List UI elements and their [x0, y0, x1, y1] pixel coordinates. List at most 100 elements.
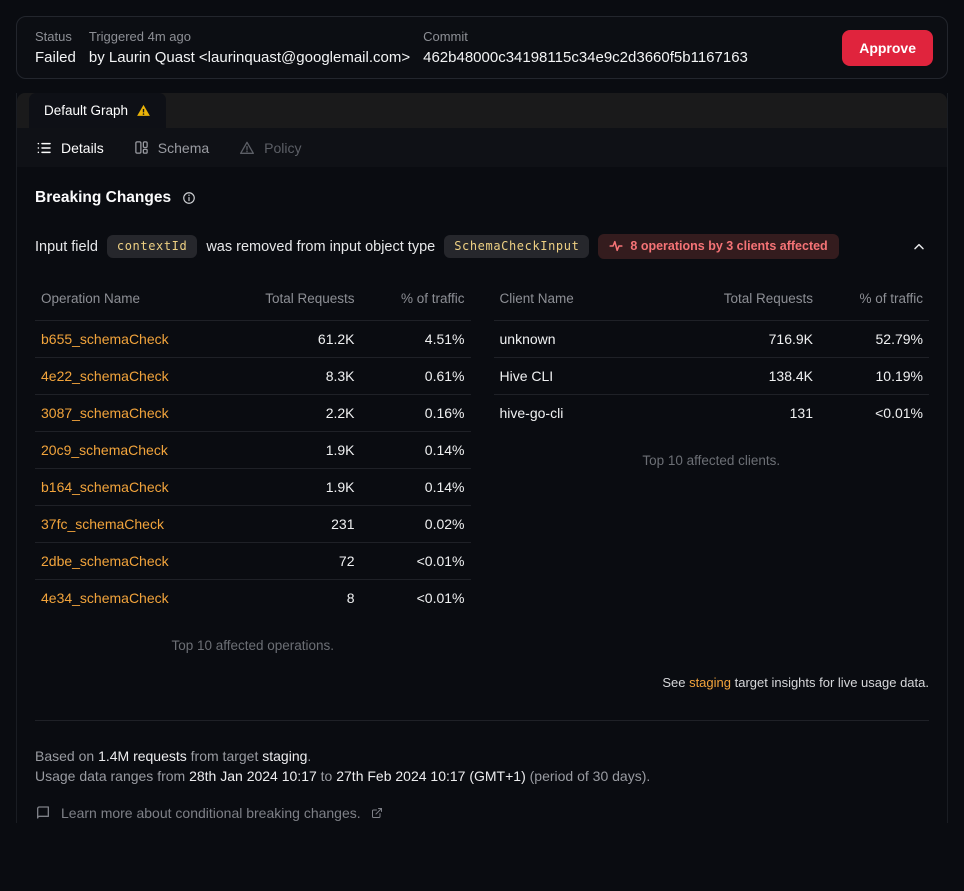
tab-default-graph[interactable]: Default Graph: [29, 93, 166, 128]
check-detail-panel: Default Graph Details: [16, 93, 948, 823]
insights-note: See staging target insights for live usa…: [35, 675, 929, 690]
operation-link[interactable]: 37fc_schemaCheck: [41, 516, 164, 532]
affected-usage-tables: Operation Name Total Requests % of traff…: [35, 283, 929, 653]
schema-columns-icon: [134, 140, 149, 155]
operations-table-header: Operation Name Total Requests % of traff…: [35, 283, 471, 320]
status-field: Status Failed: [35, 29, 76, 66]
staging-target-link[interactable]: staging: [689, 675, 731, 690]
operation-link[interactable]: 2dbe_schemaCheck: [41, 553, 169, 569]
client-row: hive-go-cli 131 <0.01%: [494, 394, 930, 431]
graph-tab-strip: Default Graph: [17, 93, 947, 128]
commit-label: Commit: [423, 29, 829, 44]
client-row: unknown 716.9K 52.79%: [494, 320, 930, 357]
operation-traffic: <0.01%: [355, 553, 465, 569]
tab-details-label: Details: [61, 140, 104, 156]
range-to-text: to: [317, 768, 336, 784]
range-end-date: 27th Feb 2024 10:17 (GMT+1): [336, 768, 526, 784]
tab-schema-label: Schema: [158, 140, 209, 156]
column-header-client-name: Client Name: [500, 291, 696, 306]
operation-row: 20c9_schemaCheck 1.9K 0.14%: [35, 431, 471, 468]
triggered-author: by Laurin Quast <laurinquast@googlemail.…: [89, 49, 410, 66]
range-prefix-text: Usage data ranges from: [35, 768, 189, 784]
operation-row: 3087_schemaCheck 2.2K 0.16%: [35, 394, 471, 431]
alert-triangle-icon: [239, 140, 255, 156]
operation-link[interactable]: b164_schemaCheck: [41, 479, 169, 495]
insights-see: See: [662, 675, 689, 690]
breaking-changes-section: Breaking Changes Input field contextId w…: [17, 167, 947, 823]
change-text-prefix: Input field: [35, 239, 98, 255]
client-traffic: 10.19%: [813, 368, 923, 384]
column-header-traffic: % of traffic: [355, 291, 465, 306]
check-view-toolbar: Details Schema Policy: [17, 128, 947, 167]
column-header-total-requests: Total Requests: [695, 291, 813, 306]
check-summary-card: Status Failed Triggered 4m ago by Laurin…: [16, 16, 948, 79]
client-traffic: <0.01%: [813, 405, 923, 421]
range-start-date: 28th Jan 2024 10:17: [189, 768, 317, 784]
operation-link[interactable]: b655_schemaCheck: [41, 331, 169, 347]
tab-details[interactable]: Details: [36, 140, 104, 156]
type-code-chip: SchemaCheckInput: [444, 235, 589, 258]
operation-traffic: 4.51%: [355, 331, 465, 347]
operation-row: b655_schemaCheck 61.2K 4.51%: [35, 320, 471, 357]
clients-table-caption: Top 10 affected clients.: [494, 453, 930, 468]
section-title-row: Breaking Changes: [35, 189, 929, 207]
operation-traffic: 0.02%: [355, 516, 465, 532]
commit-hash: 462b48000c34198115c34e9c2d3660f5b1167163: [423, 49, 829, 66]
chevron-up-icon: [911, 239, 927, 255]
column-header-total-requests: Total Requests: [237, 291, 355, 306]
operation-requests: 1.9K: [237, 479, 355, 495]
operation-link[interactable]: 4e22_schemaCheck: [41, 368, 169, 384]
column-header-operation-name: Operation Name: [41, 291, 237, 306]
operation-traffic: 0.14%: [355, 442, 465, 458]
operation-traffic: <0.01%: [355, 590, 465, 606]
clients-table: Client Name Total Requests % of traffic …: [494, 283, 930, 653]
warning-icon: [136, 103, 151, 118]
learn-more-link[interactable]: Learn more about conditional breaking ch…: [35, 803, 929, 823]
operation-link[interactable]: 3087_schemaCheck: [41, 405, 169, 421]
operations-table-body: b655_schemaCheck 61.2K 4.51% 4e22_schema…: [35, 320, 471, 616]
operation-row: b164_schemaCheck 1.9K 0.14%: [35, 468, 471, 505]
period-text: .: [307, 748, 311, 764]
collapse-chevron-button[interactable]: [909, 235, 929, 259]
operation-link[interactable]: 4e34_schemaCheck: [41, 590, 169, 606]
info-icon[interactable]: [182, 191, 196, 205]
operation-traffic: 0.61%: [355, 368, 465, 384]
usage-range-line: Usage data ranges from 28th Jan 2024 10:…: [35, 766, 929, 786]
client-name: unknown: [500, 331, 696, 347]
approve-button[interactable]: Approve: [842, 30, 933, 66]
client-name: hive-go-cli: [500, 405, 696, 421]
breaking-change-row: Input field contextId was removed from i…: [35, 234, 929, 259]
clients-table-header: Client Name Total Requests % of traffic: [494, 283, 930, 320]
tab-schema[interactable]: Schema: [134, 140, 209, 156]
operation-requests: 2.2K: [237, 405, 355, 421]
operation-requests: 72: [237, 553, 355, 569]
client-name: Hive CLI: [500, 368, 696, 384]
external-link-icon: [371, 807, 383, 819]
change-text-middle: was removed from input object type: [206, 239, 435, 255]
breaking-changes-title: Breaking Changes: [35, 189, 171, 207]
client-requests: 716.9K: [695, 331, 813, 347]
client-row: Hive CLI 138.4K 10.19%: [494, 357, 930, 394]
operation-row: 4e22_schemaCheck 8.3K 0.61%: [35, 357, 471, 394]
client-requests: 138.4K: [695, 368, 813, 384]
tab-policy-label: Policy: [264, 140, 301, 156]
pulse-icon: [609, 239, 623, 253]
list-icon: [36, 140, 52, 156]
usage-summary-line: Based on 1.4M requests from target stagi…: [35, 746, 929, 766]
client-requests: 131: [695, 405, 813, 421]
operation-row: 4e34_schemaCheck 8 <0.01%: [35, 579, 471, 616]
operation-requests: 1.9K: [237, 442, 355, 458]
operation-row: 37fc_schemaCheck 231 0.02%: [35, 505, 471, 542]
tab-policy[interactable]: Policy: [239, 140, 301, 156]
status-label: Status: [35, 29, 76, 44]
operation-requests: 8: [237, 590, 355, 606]
usage-footer: Based on 1.4M requests from target stagi…: [35, 721, 929, 823]
insights-rest: target insights for live usage data.: [731, 675, 929, 690]
target-name: staging: [262, 748, 307, 764]
graph-tab-label: Default Graph: [44, 103, 128, 118]
operations-table-caption: Top 10 affected operations.: [35, 638, 471, 653]
operation-link[interactable]: 20c9_schemaCheck: [41, 442, 168, 458]
status-value: Failed: [35, 49, 76, 66]
affected-operations-badge: 8 operations by 3 clients affected: [598, 234, 838, 259]
from-target-text: from target: [187, 748, 262, 764]
